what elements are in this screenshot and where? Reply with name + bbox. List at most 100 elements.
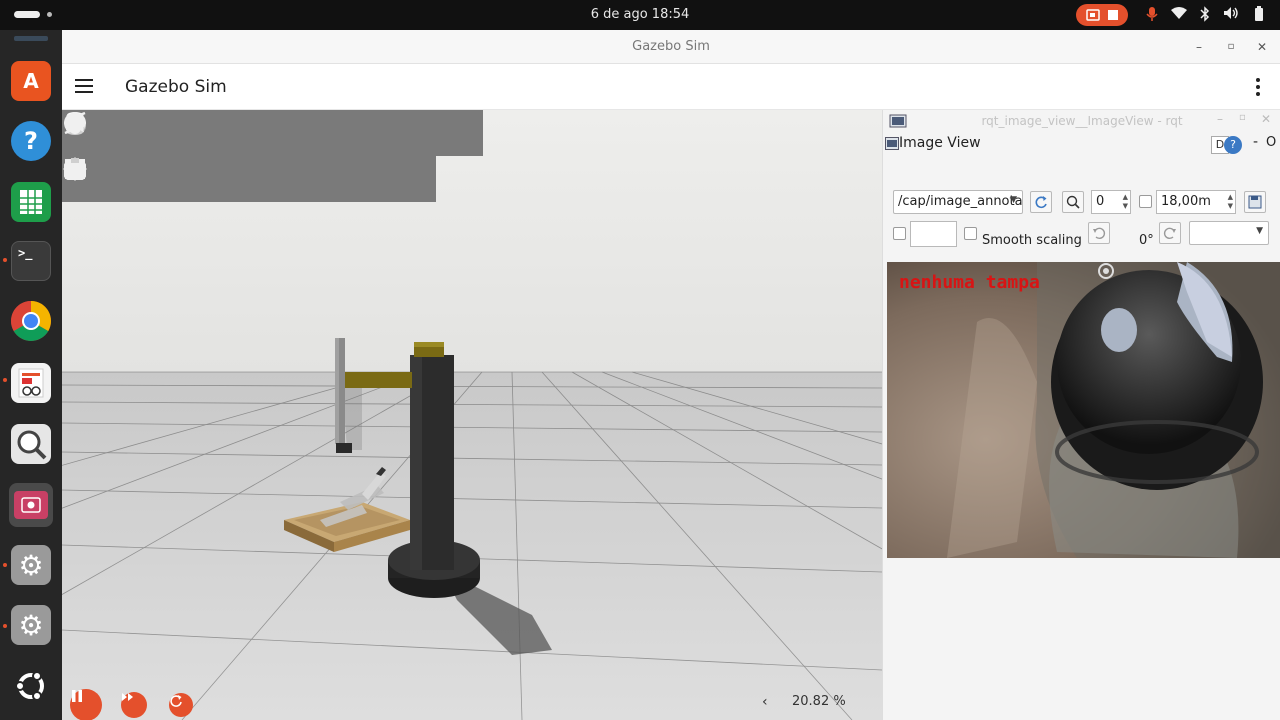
topic-select[interactable]: /cap/image_annotated ▼ — [893, 190, 1023, 214]
zoom-1-button[interactable] — [1062, 191, 1084, 213]
help-icon: ? — [11, 121, 51, 161]
document-viewer-icon — [11, 363, 51, 403]
spot-light-icon[interactable] — [66, 113, 483, 153]
dock-settings-2[interactable]: ⚙ — [9, 603, 53, 647]
wifi-icon[interactable] — [1170, 6, 1188, 24]
plugin-icon — [885, 137, 899, 150]
mouse-topic-input[interactable] — [910, 221, 957, 247]
view-angle-icon[interactable] — [65, 159, 253, 199]
dynamic-range-checkbox[interactable] — [1139, 195, 1152, 208]
dock-help[interactable]: ? — [9, 119, 53, 163]
plugin-label: Image View — [899, 135, 981, 151]
max-depth-value: 18,00m — [1161, 194, 1211, 209]
close-button[interactable]: ✕ — [1253, 38, 1271, 56]
dock-terminal[interactable]: >_ — [9, 239, 53, 283]
terminal-icon: >_ — [11, 241, 51, 281]
running-indicator — [3, 378, 7, 382]
directional-light-icon[interactable] — [64, 111, 437, 153]
gazebo-window: Gazebo Sim – ▫ ✕ Gazebo Sim ‹ 20.82 % rq… — [62, 30, 1280, 720]
rotate-right-button[interactable] — [1159, 222, 1181, 244]
battery-icon[interactable] — [1250, 6, 1268, 24]
detection-overlay-text: nenhuma tampa — [899, 272, 1040, 293]
dock-app-center[interactable]: A — [9, 59, 53, 103]
spin-arrows-icon[interactable]: ▲ ▼ — [1228, 193, 1233, 211]
chevron-down-icon: ▼ — [1010, 195, 1017, 205]
capsule-icon[interactable] — [69, 112, 300, 153]
menu-icon[interactable] — [75, 79, 93, 93]
camera-icon[interactable] — [64, 159, 345, 199]
minimize-button[interactable]: – — [1190, 38, 1208, 56]
smooth-scaling-label: Smooth scaling — [982, 233, 1082, 248]
rqt-close-button[interactable]: ✕ — [1261, 112, 1271, 126]
dock-show-apps[interactable] — [9, 664, 53, 708]
save-image-button[interactable] — [1244, 191, 1266, 213]
dock-screen-recorder[interactable] — [9, 483, 53, 527]
refresh-topics-button[interactable] — [1030, 191, 1052, 213]
mouse-publish-checkbox[interactable] — [893, 227, 906, 240]
plugin-minimize-button[interactable]: - — [1253, 134, 1258, 150]
rqt-maximize-button[interactable]: ▫ — [1239, 112, 1246, 123]
running-indicator — [3, 624, 7, 628]
rotation-angle-label: 0° — [1139, 233, 1154, 248]
plugin-header: Image View D ? - O — [883, 132, 1280, 156]
screen-recorder-icon — [14, 491, 48, 519]
maximize-button[interactable]: ▫ — [1222, 38, 1240, 56]
color-scheme-select[interactable]: ▼ — [1189, 221, 1269, 245]
rqt-minimize-button[interactable]: – — [1217, 112, 1223, 126]
window-titlebar[interactable]: Gazebo Sim – ▫ ✕ — [62, 30, 1280, 64]
save-icon — [1248, 195, 1262, 209]
plugin-help-button[interactable]: ? — [1224, 136, 1242, 154]
rotate-left-button[interactable] — [1088, 222, 1110, 244]
zoom-spinbox[interactable]: 0 ▲ ▼ — [1091, 190, 1131, 214]
paste-icon[interactable] — [66, 158, 436, 199]
dock-document-viewer[interactable] — [9, 361, 53, 405]
app-bar: Gazebo Sim — [62, 64, 1280, 110]
expand-stats-chevron-icon[interactable]: ‹ — [762, 694, 768, 710]
cone-icon[interactable] — [66, 112, 208, 153]
grid-icon[interactable] — [65, 159, 299, 199]
settings-gear-icon: ⚙ — [11, 545, 51, 585]
screen-recording-indicator[interactable] — [1076, 4, 1128, 26]
dock-image-viewer[interactable] — [9, 422, 53, 466]
system-top-bar: 6 de ago 18:54 — [0, 0, 1280, 30]
screencast-icon — [1086, 9, 1100, 21]
reset-icon — [170, 695, 182, 707]
max-depth-spinbox[interactable]: 18,00m ▲ ▼ — [1156, 190, 1236, 214]
3d-scene-viewport[interactable]: ‹ 20.82 % — [62, 110, 882, 720]
rqt-image-view-panel: rqt_image_view__ImageView - rqt – ▫ ✕ Im… — [882, 110, 1280, 720]
topic-select-value: /cap/image_annotated — [898, 194, 1023, 209]
step-forward-button[interactable] — [121, 692, 147, 718]
reset-button[interactable] — [169, 693, 193, 717]
zoom-icon — [1066, 195, 1080, 209]
pause-icon — [72, 690, 82, 702]
pause-button[interactable] — [70, 689, 102, 720]
real-time-factor: 20.82 % — [792, 694, 846, 709]
cylinder-icon[interactable] — [67, 112, 254, 153]
microphone-muted-icon[interactable] — [1143, 6, 1161, 24]
dock-chrome[interactable] — [9, 299, 53, 343]
copy-icon[interactable] — [68, 159, 391, 199]
dock-settings[interactable]: ⚙ — [9, 543, 53, 587]
dock-spreadsheet[interactable] — [9, 180, 53, 224]
transform-toolbar — [62, 156, 436, 202]
light-icon[interactable] — [64, 112, 391, 153]
app-title: Gazebo Sim — [125, 77, 227, 97]
sphere-icon[interactable] — [64, 112, 162, 153]
running-indicator — [3, 563, 7, 567]
smooth-scaling-checkbox[interactable] — [964, 227, 977, 240]
spreadsheet-icon — [11, 182, 51, 222]
running-indicator — [3, 258, 7, 262]
volume-icon[interactable] — [1222, 6, 1240, 24]
dock-scroll-hint — [14, 36, 48, 41]
plugin-close-button[interactable]: O — [1266, 135, 1276, 150]
translate-icon[interactable] — [63, 157, 162, 199]
rotate-icon[interactable] — [64, 159, 208, 199]
fast-forward-icon — [122, 693, 133, 701]
bottle-cap-image — [887, 262, 1280, 558]
camera-image[interactable]: nenhuma tampa — [887, 262, 1280, 558]
window-title: Gazebo Sim — [632, 39, 710, 54]
spin-arrows-icon[interactable]: ▲ ▼ — [1123, 193, 1128, 211]
more-options-icon[interactable] — [1255, 78, 1261, 96]
bluetooth-icon[interactable] — [1196, 6, 1214, 24]
ellipsoid-icon[interactable] — [64, 113, 345, 153]
